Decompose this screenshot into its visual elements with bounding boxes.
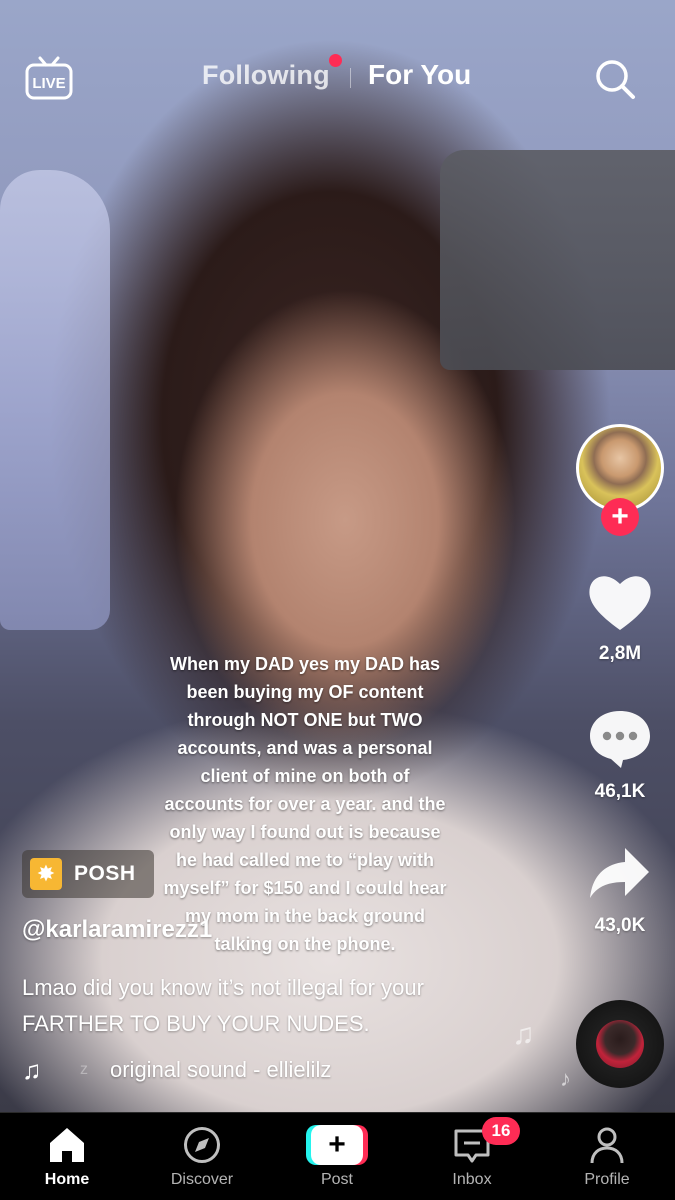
tab-divider — [350, 68, 351, 88]
comment-count: 46,1K — [594, 781, 646, 802]
sparkle-icon: ✸ — [30, 858, 62, 890]
action-rail: + 2,8M 46,1K 43,0K — [574, 424, 666, 1088]
music-note-icon: ♫ — [22, 1054, 42, 1085]
sound-link[interactable]: ♫ z original sound - ellielilz — [22, 1054, 331, 1086]
tab-label: Post — [320, 1171, 353, 1188]
follow-button[interactable]: + — [601, 498, 639, 536]
like-count: 2,8M — [598, 643, 642, 664]
plus-icon: + — [611, 500, 629, 533]
tab-home[interactable]: Home — [7, 1113, 127, 1200]
top-nav: LIVE Following For You — [0, 40, 675, 112]
tab-label: Home — [44, 1171, 90, 1188]
tab-inbox[interactable]: 16 Inbox — [412, 1113, 532, 1200]
inbox-badge: 16 — [482, 1117, 520, 1145]
tab-discover[interactable]: Discover — [142, 1113, 262, 1200]
username-link[interactable]: @karlaramirezz1 — [22, 916, 212, 944]
tab-post[interactable]: + Post — [277, 1113, 397, 1200]
notification-dot — [329, 54, 342, 67]
post-button[interactable]: + — [306, 1125, 368, 1165]
music-note-icon: ♪ — [560, 1066, 571, 1091]
tab-label: Discover — [170, 1171, 234, 1188]
tab-profile[interactable]: Profile — [547, 1113, 667, 1200]
like-button[interactable]: 2,8M — [574, 572, 666, 665]
badge-label: POSH — [74, 862, 136, 885]
live-tv-icon: LIVE — [25, 56, 73, 100]
tab-label: Inbox — [452, 1171, 492, 1188]
tab-label: Profile — [584, 1171, 630, 1188]
share-count: 43,0K — [594, 915, 646, 936]
background-person — [0, 170, 110, 630]
share-arrow-icon — [590, 848, 649, 898]
bottom-tab-bar: Home Discover + Post 16 Inbox Profile — [0, 1112, 675, 1200]
comment-icon — [590, 711, 650, 768]
plus-icon: + — [311, 1125, 363, 1165]
live-button[interactable]: LIVE — [24, 56, 74, 102]
heart-icon — [589, 576, 651, 630]
background-couch — [440, 150, 675, 370]
sound-cover-image — [596, 1020, 644, 1068]
search-icon — [596, 60, 635, 99]
post-description: Lmao did you know it’s not illegal for y… — [22, 975, 424, 1036]
music-disc[interactable] — [576, 1000, 664, 1088]
person-icon — [590, 1127, 624, 1164]
posh-badge[interactable]: ✸ POSH — [22, 850, 154, 898]
compass-icon — [184, 1127, 220, 1163]
share-button[interactable]: 43,0K — [574, 844, 666, 937]
tab-following[interactable]: Following — [202, 60, 330, 91]
tab-for-you[interactable]: For You — [368, 59, 471, 91]
sound-scroll-prefix: z — [80, 1061, 88, 1078]
search-button[interactable] — [592, 56, 638, 102]
live-label: LIVE — [32, 75, 65, 92]
sound-name: original sound - ellielilz — [110, 1057, 332, 1082]
comment-button[interactable]: 46,1K — [574, 708, 666, 803]
home-icon — [50, 1128, 84, 1162]
video-text-overlay: When my DAD yes my DAD has been buying m… — [163, 654, 447, 954]
